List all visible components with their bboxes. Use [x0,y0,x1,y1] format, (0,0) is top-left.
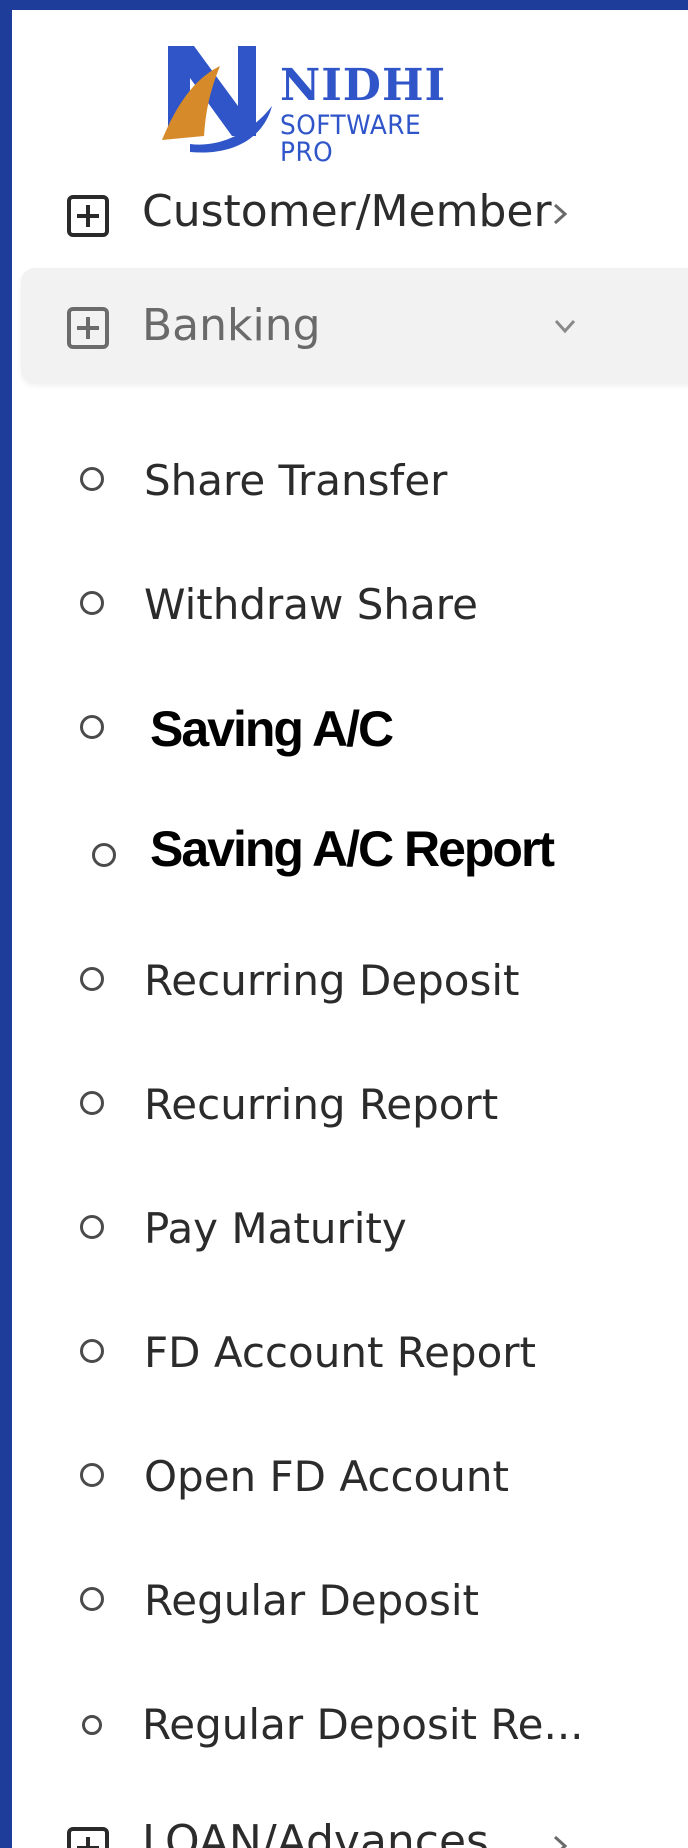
menu-item-customer-member[interactable]: Customer/Member [12,152,688,272]
circle-icon [82,1715,102,1735]
submenu-label: Recurring Report [144,1080,499,1129]
menu-label-banking: Banking [142,300,321,351]
submenu-item-fd-account-report[interactable]: FD Account Report [12,1296,688,1406]
submenu-label: Saving A/C [150,701,394,757]
circle-icon [80,967,104,991]
submenu-label: Regular Deposit Re... [142,1700,584,1749]
submenu-label: Withdraw Share [144,580,478,629]
plus-square-icon [67,1827,109,1848]
sidebar: NIDHI SOFTWARE PRO Customer/Member Banki… [12,10,688,1848]
menu-item-loan-advances[interactable]: LOAN/Advances [12,1788,688,1848]
chevron-right-icon [553,1835,568,1848]
submenu-label: Share Transfer [144,456,448,505]
menu-item-banking[interactable]: Banking [21,268,688,384]
plus-square-icon [67,307,109,349]
submenu-item-regular-deposit[interactable]: Regular Deposit [12,1544,688,1654]
menu-label-loan-advances: LOAN/Advances [142,1816,489,1848]
circle-icon [80,591,104,615]
submenu-item-regular-deposit-report[interactable]: Regular Deposit Re... [12,1668,688,1778]
brand-title: NIDHI [280,60,447,111]
chevron-down-icon [554,319,576,334]
circle-icon [80,1463,104,1487]
circle-icon [80,715,104,739]
circle-icon [80,1339,104,1363]
circle-icon [92,843,116,867]
submenu-item-pay-maturity[interactable]: Pay Maturity [12,1172,688,1282]
submenu-item-withdraw-share[interactable]: Withdraw Share [12,552,688,662]
submenu-label: FD Account Report [144,1328,537,1377]
submenu-item-open-fd-account[interactable]: Open FD Account [12,1420,688,1530]
submenu-label: Pay Maturity [144,1204,407,1253]
app-frame: NIDHI SOFTWARE PRO Customer/Member Banki… [0,0,688,1848]
menu-label-customer-member: Customer/Member [142,186,552,237]
submenu-label: Recurring Deposit [144,956,520,1005]
submenu-label: Open FD Account [144,1452,509,1501]
circle-icon [80,1091,104,1115]
logo-mark-icon [162,46,272,153]
brand-logo[interactable]: NIDHI SOFTWARE PRO [160,36,490,166]
submenu-label: Saving A/C Report [150,821,555,877]
circle-icon [80,1587,104,1611]
chevron-right-icon [553,203,568,225]
plus-square-icon [67,195,109,237]
submenu-item-recurring-report[interactable]: Recurring Report [12,1048,688,1158]
circle-icon [80,1215,104,1239]
submenu-item-share-transfer[interactable]: Share Transfer [12,428,688,538]
submenu-label: Regular Deposit [144,1576,479,1625]
circle-icon [80,467,104,491]
submenu-item-recurring-deposit[interactable]: Recurring Deposit [12,924,688,1034]
submenu-item-saving-ac[interactable]: Saving A/C [12,676,688,786]
submenu-item-saving-ac-report[interactable]: Saving A/C Report [12,800,688,910]
